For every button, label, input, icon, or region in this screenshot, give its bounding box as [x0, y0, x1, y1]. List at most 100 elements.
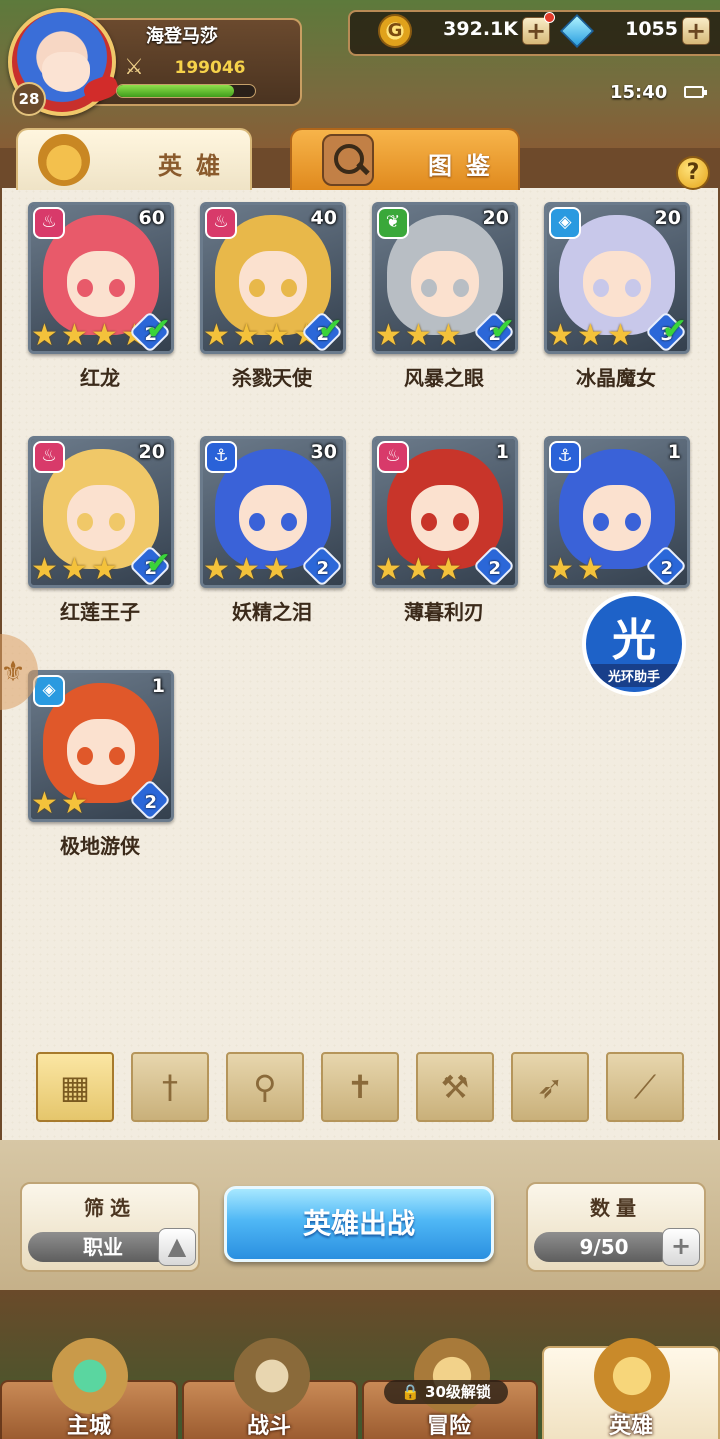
hero-level: 1: [151, 675, 165, 697]
crossed-swords-icon: ⚔: [124, 55, 144, 80]
hero-class-icon: ◈: [33, 675, 65, 707]
hero-card[interactable]: ♨ 60 ★★★★ 2 ✔: [28, 202, 174, 354]
nav-battle-label: 战斗: [246, 1414, 291, 1439]
hero-eye: [281, 513, 297, 531]
hero-name: 风暴之眼: [404, 366, 484, 390]
hero-stars: ★ ★: [31, 789, 91, 819]
gem-amount: 1055: [625, 18, 678, 40]
count-box: 数量 9/50 +: [526, 1182, 706, 1272]
hero-awaken-level: 2: [316, 558, 329, 579]
hero-awaken-level: 2: [660, 558, 673, 579]
heroes-crest-icon: [594, 1338, 670, 1414]
hero-eye: [249, 279, 265, 297]
hero-card[interactable]: ⚓ 1 ★ ★ 2: [544, 436, 690, 588]
star-icon: ★: [607, 318, 634, 353]
hero-card[interactable]: ♨ 40 ★★★★ 2 ✔: [200, 202, 346, 354]
star-icon: ★: [435, 552, 462, 587]
gold-coin-icon: G: [378, 14, 412, 48]
hero-eye: [625, 513, 641, 531]
nav-heroes-label: 英雄: [608, 1414, 653, 1439]
hero-name: 妖精之泪: [232, 600, 312, 624]
filter-cross-button[interactable]: ✝: [321, 1052, 399, 1122]
star-icon: ★: [31, 318, 58, 353]
city-gate-icon: [52, 1338, 128, 1414]
hero-class-icon: ♨: [33, 207, 65, 239]
avatar-face: [42, 52, 90, 92]
hero-class-icon: ◈: [549, 207, 581, 239]
staff-icon: ⚲: [253, 1068, 277, 1106]
star-icon: ★: [61, 318, 88, 353]
filter-sword-button[interactable]: †: [131, 1052, 209, 1122]
star-icon: ★: [233, 318, 260, 353]
hero-class-icon: ♨: [377, 441, 409, 473]
add-gems-button[interactable]: +: [682, 17, 710, 45]
filter-grid-button[interactable]: ▦: [36, 1052, 114, 1122]
tab-heroes[interactable]: 英雄: [16, 128, 252, 190]
exp-bar-fill: [117, 85, 235, 97]
filter-blade-button[interactable]: ⟋: [606, 1052, 684, 1122]
gold-amount: 392.1K: [443, 18, 518, 40]
cross-icon: ✝: [346, 1068, 374, 1106]
hero-name: 红龙: [80, 366, 120, 390]
hero-name: 冰晶魔女: [576, 366, 656, 390]
hero-eye: [453, 513, 469, 531]
help-button[interactable]: ?: [676, 156, 710, 190]
hero-level: 20: [138, 441, 165, 463]
battle-swords-icon: [234, 1338, 310, 1414]
filter-axe-button[interactable]: ⚒: [416, 1052, 494, 1122]
expand-capacity-button[interactable]: +: [662, 1228, 700, 1266]
hero-card[interactable]: ❦ 20 ★ ★ ★ 2 ✔: [372, 202, 518, 354]
hero-count: 9/50: [534, 1232, 674, 1262]
nav-adventure-label: 冒险: [426, 1414, 471, 1439]
deploy-heroes-button[interactable]: 英雄出战: [224, 1186, 494, 1262]
star-icon: ★: [547, 552, 574, 587]
hero-eye: [281, 279, 297, 297]
tab-codex[interactable]: 图鉴: [290, 128, 520, 190]
star-icon: ★: [405, 318, 432, 353]
hero-card[interactable]: ♨ 20 ★ ★ ★ 2 ✔: [28, 436, 174, 588]
battery-icon: [684, 86, 707, 98]
filter-dropdown-button[interactable]: ▲: [158, 1228, 196, 1266]
star-icon: ★: [91, 552, 118, 587]
exp-bar: [116, 84, 256, 98]
hero-eye: [109, 513, 125, 531]
star-icon: ★: [405, 552, 432, 587]
star-icon: ★: [375, 552, 402, 587]
hero-card[interactable]: ◈ 20 ★ ★ ★ 3 ✔: [544, 202, 690, 354]
star-icon: ★: [203, 318, 230, 353]
hero-eye: [77, 513, 93, 531]
hero-name: 杀戮天使: [232, 366, 312, 390]
hero-eye: [421, 279, 437, 297]
star-icon: ★: [577, 552, 604, 587]
hero-eye: [249, 513, 265, 531]
hero-class-icon: ♨: [205, 207, 237, 239]
deployed-check-icon: ✔: [317, 312, 343, 347]
hero-card[interactable]: ⚓ 30 ★ ★ ★ 2: [200, 436, 346, 588]
hero-card[interactable]: ♨ 1 ★ ★ ★ 2: [372, 436, 518, 588]
tab-heroes-label: 英雄: [158, 152, 234, 180]
hero-class-icon: ⚓: [205, 441, 237, 473]
star-icon: ★: [547, 318, 574, 353]
deployed-check-icon: ✔: [145, 546, 171, 581]
star-icon: ★: [375, 318, 402, 353]
filter-staff-button[interactable]: ⚲: [226, 1052, 304, 1122]
assist-bubble[interactable]: 光 光环助手: [582, 592, 686, 696]
nav-city-label: 主城: [66, 1414, 111, 1439]
hero-stars: ★ ★: [547, 555, 607, 585]
filter-value[interactable]: 职业: [28, 1232, 178, 1262]
hero-eye: [453, 279, 469, 297]
hero-card[interactable]: ◈ 1 ★ ★ 2: [28, 670, 174, 822]
star-icon: ★: [233, 552, 260, 587]
hero-level: 1: [667, 441, 681, 463]
star-icon: ★: [203, 552, 230, 587]
helmet-icon: [38, 134, 90, 186]
player-level-badge: 28: [12, 82, 46, 116]
hero-class-icon: ♨: [33, 441, 65, 473]
hero-class-icon: ❦: [377, 207, 409, 239]
hero-stars: ★ ★ ★: [375, 321, 465, 351]
hero-level: 1: [495, 441, 509, 463]
hero-eye: [77, 279, 93, 297]
blade-icon: ⟋: [633, 1068, 657, 1106]
filter-bow-button[interactable]: ➶: [511, 1052, 589, 1122]
hero-eye: [109, 747, 125, 765]
